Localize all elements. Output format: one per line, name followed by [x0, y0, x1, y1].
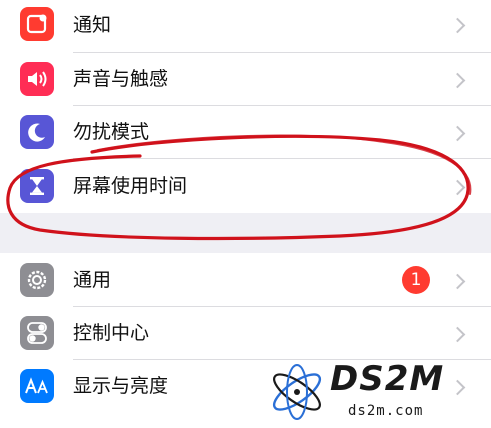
chevron-right-icon: [449, 125, 466, 142]
label-sounds: 声音与触感: [73, 68, 169, 90]
chevron-right-icon: [449, 326, 466, 343]
atom-logo-icon: [272, 364, 322, 420]
notification-badge: 1: [402, 266, 430, 294]
label-screen-time: 屏幕使用时间: [73, 175, 188, 197]
label-do-not-disturb: 勿扰模式: [73, 121, 150, 143]
watermark-title: DS2M: [330, 359, 445, 399]
row-do-not-disturb[interactable]: 勿扰模式: [0, 106, 491, 159]
row-control-center[interactable]: 控制中心: [0, 307, 491, 360]
notifications-icon: [20, 7, 54, 41]
gear-icon: [20, 263, 54, 297]
chevron-right-icon: [449, 179, 466, 196]
text-size-icon: [20, 369, 54, 403]
label-display-brightness: 显示与亮度: [73, 375, 169, 397]
sound-icon: [20, 62, 54, 96]
row-screen-time[interactable]: 屏幕使用时间: [0, 159, 491, 212]
label-control-center: 控制中心: [73, 322, 150, 344]
label-general: 通用: [73, 269, 112, 291]
settings-group-1: 通知 声音与触感 勿扰模式 屏幕使用时间: [0, 0, 491, 213]
chevron-right-icon: [449, 72, 466, 89]
label-notifications: 通知: [73, 14, 112, 36]
row-general[interactable]: 通用 1: [0, 253, 491, 307]
chevron-right-icon: [449, 17, 466, 34]
toggles-icon: [20, 316, 54, 350]
watermark-subtitle: ds2m.com: [348, 403, 424, 419]
row-notifications[interactable]: 通知: [0, 0, 491, 53]
watermark: DS2M ds2m.com: [266, 357, 491, 428]
row-sounds[interactable]: 声音与触感: [0, 53, 491, 106]
moon-icon: [20, 115, 54, 149]
chevron-right-icon: [449, 273, 466, 290]
hourglass-icon: [20, 169, 54, 203]
